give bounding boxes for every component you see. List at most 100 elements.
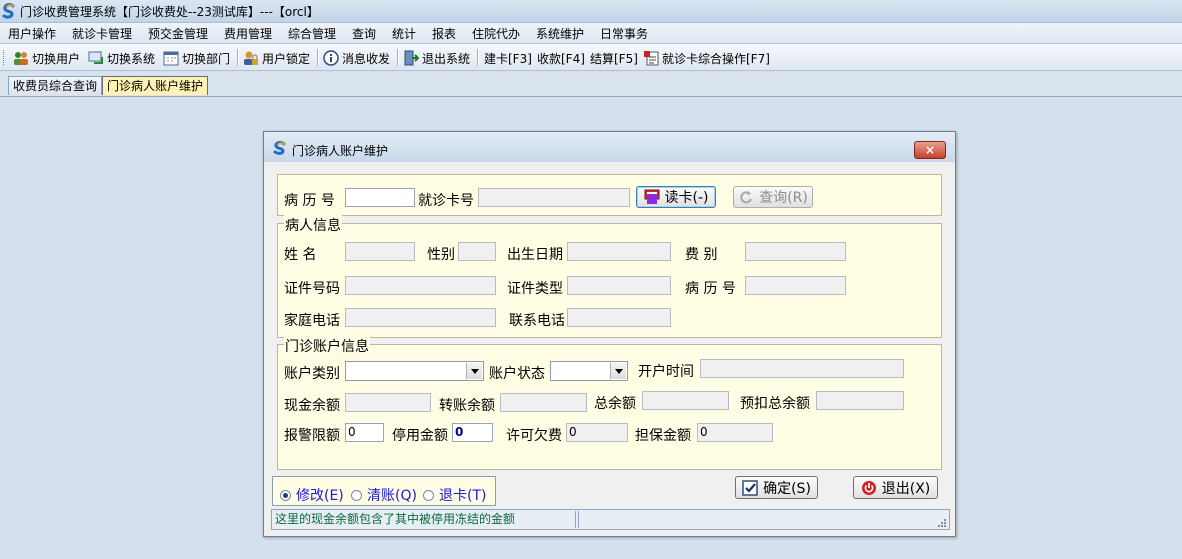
menu-fee-mgmt[interactable]: 费用管理 (222, 25, 274, 42)
create-card-button[interactable]: 建卡[F3] (484, 49, 532, 67)
total-balance-field[interactable] (642, 391, 729, 410)
prededuct-total-field[interactable] (816, 391, 904, 410)
switch-user-label: 切换用户 (32, 51, 81, 66)
total-balance-label: 总余额 (594, 396, 636, 412)
charge-button[interactable]: 收款[F4] (537, 49, 585, 67)
name-label: 姓 名 (284, 247, 317, 263)
menu-inpatient-agent[interactable]: 住院代办 (470, 25, 522, 42)
checkbox-checked-icon (742, 479, 758, 496)
open-time-field[interactable] (700, 359, 904, 378)
resize-grip-icon[interactable] (937, 518, 947, 528)
menu-prepay-mgmt[interactable]: 预交金管理 (146, 25, 210, 42)
overdraft-label: 许可欠费 (506, 428, 562, 444)
cash-balance-field[interactable] (345, 393, 431, 412)
id-no-label: 证件号码 (284, 281, 340, 297)
toolbar-separator (317, 49, 319, 66)
radio-unchecked-icon[interactable] (423, 489, 434, 501)
status-divider (578, 511, 579, 528)
radio-unchecked-icon[interactable] (351, 489, 362, 501)
menu-card-mgmt[interactable]: 就诊卡管理 (70, 25, 134, 42)
query-button[interactable]: 查询(R) (733, 186, 813, 208)
birth-date-field[interactable] (567, 242, 671, 261)
radio-return-card-label: 退卡(T) (439, 488, 487, 504)
record-no-input[interactable] (345, 188, 415, 207)
patient-record-no-field[interactable] (745, 276, 846, 295)
stop-amount-label: 停用金额 (392, 428, 448, 444)
ok-button[interactable]: 确定(S) (735, 476, 818, 499)
chevron-down-icon[interactable] (610, 363, 626, 379)
toolbar-grip[interactable] (3, 50, 7, 65)
contact-phone-field[interactable] (567, 308, 671, 327)
stop-amount-input[interactable]: 0 (452, 423, 493, 442)
guarantee-field[interactable]: 0 (697, 423, 773, 442)
record-no-label: 病 历 号 (284, 193, 335, 209)
dialog-titlebar[interactable]: 门诊病人账户维护 × (264, 132, 955, 162)
dialog-title: 门诊病人账户维护 (292, 144, 389, 158)
status-divider (575, 511, 576, 528)
name-field[interactable] (345, 242, 415, 261)
menu-query[interactable]: 查询 (350, 25, 378, 42)
tab-cashier-query[interactable]: 收费员综合查询 (8, 76, 103, 95)
alert-limit-input[interactable]: 0 (345, 423, 384, 442)
card-no-input[interactable] (478, 188, 630, 207)
exit-door-icon (403, 50, 419, 66)
radio-modify[interactable]: 修改(E) (280, 485, 344, 505)
info-icon (323, 50, 339, 66)
overdraft-field[interactable]: 0 (566, 423, 628, 442)
account-status-select[interactable] (550, 361, 628, 381)
app-logo-icon (273, 141, 286, 155)
power-icon (861, 480, 877, 496)
id-type-label: 证件类型 (507, 281, 563, 297)
id-type-field[interactable] (567, 276, 671, 295)
menu-reports[interactable]: 报表 (430, 25, 458, 42)
message-button[interactable]: 消息收发 (323, 49, 390, 67)
switch-dept-label: 切换部门 (182, 51, 231, 66)
home-phone-field[interactable] (345, 308, 496, 327)
radio-clear-account-label: 清账(Q) (367, 488, 417, 504)
fee-type-label: 费 别 (685, 247, 718, 263)
settle-label: 结算[F5] (590, 51, 638, 66)
menu-statistics[interactable]: 统计 (390, 25, 418, 42)
card-ops-button[interactable]: 就诊卡综合操作[F7] (643, 49, 770, 67)
users-icon (13, 50, 29, 66)
exit-system-label: 退出系统 (422, 51, 471, 66)
read-card-button[interactable]: 读卡(-) (636, 186, 716, 208)
mode-radio-group: 修改(E) 清账(Q) 退卡(T) (272, 476, 496, 506)
chevron-down-icon[interactable] (466, 363, 482, 379)
account-maintenance-dialog: 门诊病人账户维护 × 病 历 号 就诊卡号 读卡(-) 查询(R) 病人信息 姓… (263, 131, 956, 537)
menu-daily-affairs[interactable]: 日常事务 (598, 25, 650, 42)
exit-button[interactable]: 退出(X) (853, 476, 938, 499)
exit-system-button[interactable]: 退出系统 (403, 49, 470, 67)
radio-clear-account[interactable]: 清账(Q) (351, 485, 417, 505)
card-ops-label: 就诊卡综合操作[F7] (662, 51, 770, 66)
fee-type-field[interactable] (745, 242, 846, 261)
sex-field[interactable] (458, 242, 496, 261)
id-no-field[interactable] (345, 276, 496, 295)
patient-info-legend: 病人信息 (284, 215, 342, 235)
switch-user-button[interactable]: 切换用户 (13, 49, 80, 67)
menu-general-mgmt[interactable]: 综合管理 (286, 25, 338, 42)
dialog-close-button[interactable]: × (914, 141, 946, 159)
switch-system-button[interactable]: 切换系统 (88, 49, 155, 67)
transfer-balance-field[interactable] (500, 393, 587, 412)
menu-system-maint[interactable]: 系统维护 (534, 25, 586, 42)
user-lock-button[interactable]: 用户锁定 (243, 49, 310, 67)
ok-button-label: 确定(S) (763, 480, 811, 497)
cash-balance-label: 现金余额 (284, 398, 340, 414)
create-card-label: 建卡[F3] (484, 51, 532, 66)
account-status-label: 账户状态 (489, 366, 545, 382)
account-type-select[interactable] (345, 361, 484, 381)
close-icon: × (924, 143, 936, 157)
patient-record-no-label: 病 历 号 (685, 281, 736, 297)
radio-return-card[interactable]: 退卡(T) (423, 485, 486, 505)
guarantee-label: 担保金额 (635, 428, 691, 444)
tab-account-maintenance[interactable]: 门诊病人账户维护 (102, 76, 209, 95)
query-label: 查询(R) (759, 190, 808, 206)
settle-button[interactable]: 结算[F5] (590, 49, 638, 67)
toolbar-separator (237, 49, 239, 66)
switch-dept-button[interactable]: 切换部门 (163, 49, 230, 67)
radio-checked-icon[interactable] (280, 489, 291, 501)
birth-date-label: 出生日期 (507, 247, 563, 263)
menu-user-ops[interactable]: 用户操作 (6, 25, 58, 42)
read-card-label: 读卡(-) (664, 190, 709, 206)
